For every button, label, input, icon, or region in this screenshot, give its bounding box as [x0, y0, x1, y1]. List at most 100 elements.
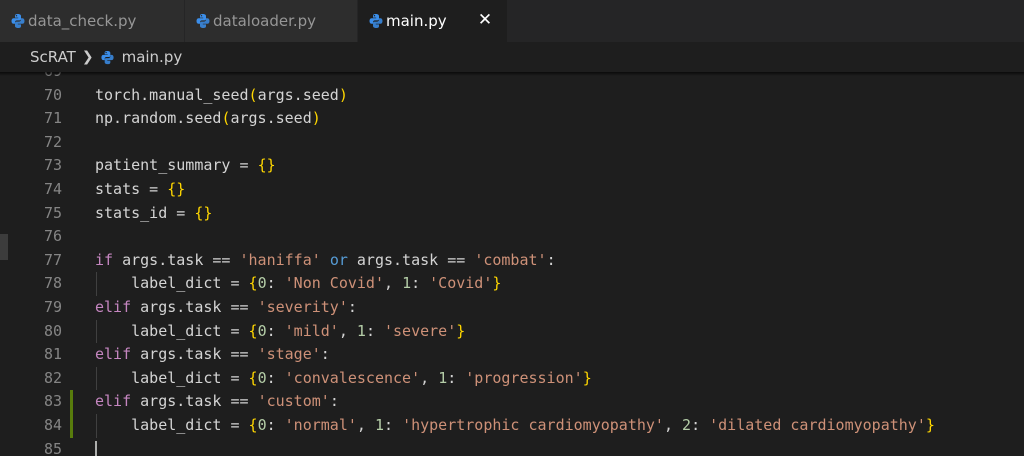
chevron-right-icon: ❯	[81, 49, 94, 65]
code-line[interactable]: 74 stats = {}	[0, 178, 1024, 202]
tab-label: main.py	[386, 12, 447, 30]
line-number: 81	[43, 345, 62, 364]
code-token: label_dict =	[95, 274, 249, 293]
code-token: 'combat'	[474, 250, 547, 269]
code-token: args.seed	[257, 85, 339, 104]
code-line[interactable]: 70 torch.manual_seed(args.seed)	[0, 84, 1024, 108]
code-token: elif	[95, 298, 132, 316]
code-line[interactable]: 82 label_dict = {0: 'convalescence', 1: …	[0, 367, 1024, 391]
line-number: 77	[43, 250, 62, 269]
code-token: :	[411, 274, 430, 293]
code-token: 1	[356, 321, 366, 340]
code-token: args.task ==	[113, 250, 240, 269]
code-token: 0	[257, 416, 267, 434]
code-token: {	[248, 368, 258, 387]
line-number: 78	[43, 274, 62, 293]
code-line[interactable]: 71 np.random.seed(args.seed)	[0, 107, 1024, 131]
code-token: :	[329, 392, 339, 411]
line-number: 73	[43, 156, 62, 175]
code-line[interactable]: 73 patient_summary = {}	[0, 154, 1024, 178]
code-text: torch.manual_seed(args.seed)	[95, 84, 348, 108]
modified-lines-indicator[interactable]	[70, 390, 73, 438]
code-token: label_dict =	[95, 321, 249, 340]
code-text: elif args.task == 'custom':	[95, 390, 339, 414]
code-token: 'mild'	[284, 321, 339, 340]
code-token: 'progression'	[465, 368, 583, 387]
text-cursor	[95, 440, 97, 456]
code-token: ,	[338, 321, 357, 340]
code-line[interactable]: 85	[0, 438, 1024, 456]
code-token: 0	[257, 368, 267, 387]
code-token: )	[338, 85, 348, 104]
code-line[interactable]: 72	[0, 131, 1024, 155]
code-token: 1	[374, 416, 384, 434]
code-token: {	[248, 321, 258, 340]
code-line[interactable]: 78 label_dict = {0: 'Non Covid', 1: 'Cov…	[0, 272, 1024, 296]
code-token: :	[347, 298, 357, 316]
code-token: ,	[384, 274, 403, 293]
code-token: 1	[438, 368, 448, 387]
code-token: :	[266, 274, 285, 293]
code-token: elif	[95, 345, 132, 364]
code-token: args.seed	[230, 109, 312, 128]
code-token: :	[447, 368, 466, 387]
code-editor[interactable]: 6970torch.manual_seed(args.seed)71np.ran…	[0, 72, 1024, 456]
code-line[interactable]: 79 elif args.task == 'severity':	[0, 296, 1024, 320]
code-token: {	[248, 416, 258, 434]
code-token: :	[691, 416, 710, 434]
line-number: 75	[43, 203, 62, 222]
code-line[interactable]: 77 if args.task == 'haniffa' or args.task…	[0, 249, 1024, 273]
code-token: :	[546, 250, 556, 269]
code-line[interactable]: 80 label_dict = {0: 'mild', 1: 'severe'}	[0, 320, 1024, 344]
code-line[interactable]: 81 elif args.task == 'stage':	[0, 343, 1024, 367]
line-number: 79	[43, 298, 62, 316]
breadcrumb-file[interactable]: main.py	[122, 48, 183, 66]
code-text: label_dict = {0: 'convalescence', 1: 'pr…	[95, 367, 592, 391]
code-token: 0	[257, 274, 267, 293]
code-line[interactable]: 76	[0, 225, 1024, 249]
code-token: stats =	[95, 180, 168, 198]
code-token: 'severe'	[384, 321, 457, 340]
indent-guide	[96, 319, 97, 344]
code-token: args.task ==	[131, 392, 258, 411]
code-text: elif args.task == 'stage':	[95, 343, 330, 367]
tab-label: data_check.py	[28, 12, 137, 30]
tab-dataloader[interactable]: dataloader.py	[185, 0, 358, 42]
indent-guide	[96, 272, 97, 296]
code-token: elif	[95, 392, 132, 411]
line-number: 71	[43, 109, 62, 128]
code-token: 2	[682, 416, 692, 434]
code-text: stats_id = {}	[95, 202, 212, 226]
tab-main[interactable]: main.py ✕	[358, 0, 508, 42]
code-text: label_dict = {0: 'normal', 1: 'hypertrop…	[95, 414, 935, 438]
code-token: ,	[420, 368, 439, 387]
code-token: or	[329, 250, 348, 269]
code-token: 'dilated cardiomyopathy'	[709, 416, 926, 434]
code-token: 'convalescence'	[284, 368, 421, 387]
code-token: torch.manual_seed	[95, 85, 249, 104]
code-token: args.task ==	[131, 298, 258, 316]
code-text: label_dict = {0: 'mild', 1: 'severe'}	[95, 320, 465, 344]
code-token: :	[266, 321, 285, 340]
overview-ruler-mark	[0, 234, 8, 260]
breadcrumb-folder[interactable]: ScRAT	[30, 48, 76, 66]
line-number: 85	[43, 439, 62, 456]
python-file-icon	[196, 14, 210, 28]
code-token: }	[582, 368, 592, 387]
code-line[interactable]: 84 label_dict = {0: 'normal', 1: 'hypert…	[0, 414, 1024, 438]
tab-bar: data_check.py dataloader.py main.py ✕	[0, 0, 1024, 42]
close-icon[interactable]: ✕	[475, 10, 495, 30]
code-token: 'haniffa'	[239, 250, 321, 269]
code-token: :	[384, 416, 403, 434]
code-token: :	[266, 368, 285, 387]
code-token: }	[925, 416, 935, 434]
code-token: {	[248, 274, 258, 293]
code-line[interactable]: 75 stats_id = {}	[0, 202, 1024, 226]
code-token: ,	[356, 416, 375, 434]
code-token: )	[311, 109, 321, 128]
line-number: 84	[43, 416, 62, 434]
tab-data-check[interactable]: data_check.py	[0, 0, 185, 42]
code-token: 1	[402, 274, 412, 293]
code-line[interactable]: 83 elif args.task == 'custom':	[0, 390, 1024, 414]
code-token: 'normal'	[284, 416, 357, 434]
